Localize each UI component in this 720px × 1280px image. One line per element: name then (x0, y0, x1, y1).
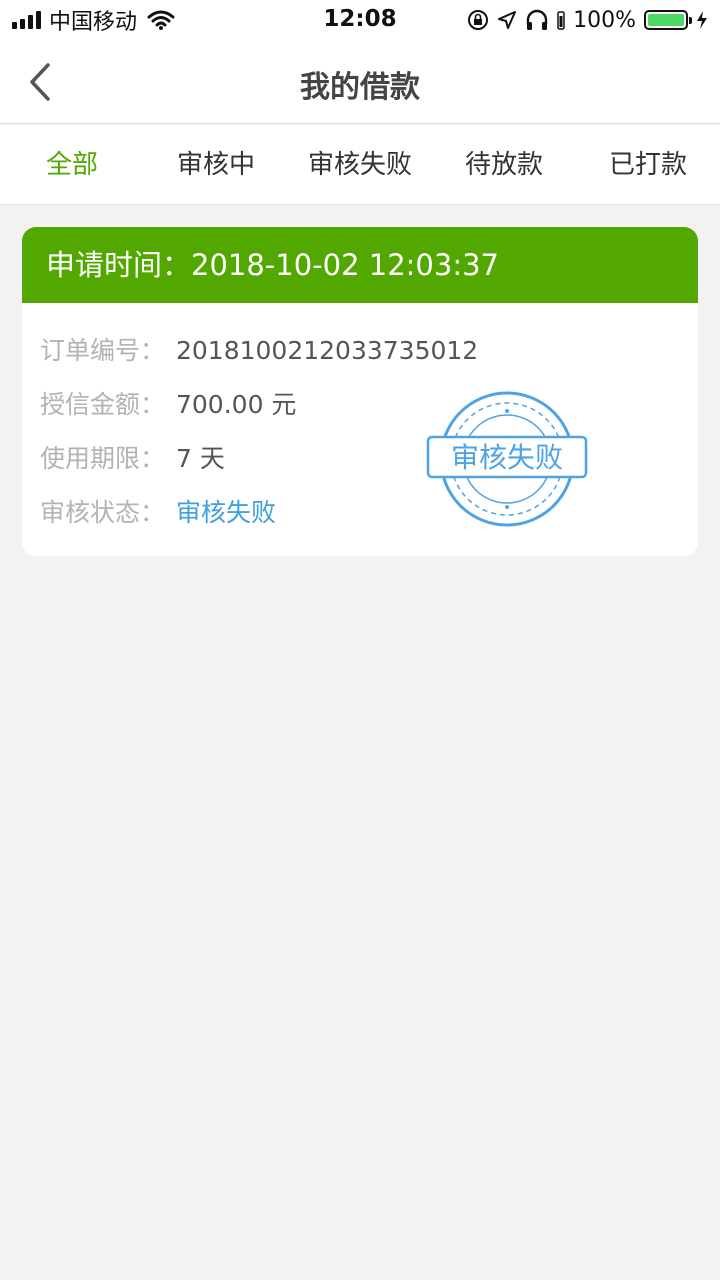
headphone-battery-icon (557, 11, 565, 30)
battery-fill (648, 14, 684, 26)
review-status-value: 审核失败 (176, 498, 277, 527)
credit-amount-row: 授信金额： 700.00 元 (40, 381, 698, 435)
battery-percent: 100% (573, 7, 636, 33)
orientation-lock-icon (468, 10, 489, 30)
order-number-value: 2018100212033735012 (176, 336, 479, 365)
headphones-icon (526, 9, 548, 30)
status-right: 100% (467, 6, 708, 34)
location-icon (498, 11, 517, 29)
tab-review-failed[interactable]: 审核失败 (288, 125, 432, 204)
term-value: 7 天 (176, 444, 225, 473)
loan-card[interactable]: 申请时间：2018-10-02 12:03:37 订单编号： 201810021… (22, 227, 698, 556)
term-row: 使用期限： 7 天 (40, 435, 698, 489)
nav-bar: 我的借款 (0, 40, 720, 124)
review-failed-stamp: 审核失败 (426, 391, 588, 527)
tab-paid[interactable]: 已打款 (576, 125, 720, 204)
card-body: 订单编号： 2018100212033735012 授信金额： 700.00 元… (22, 303, 698, 543)
tab-under-review[interactable]: 审核中 (144, 125, 288, 204)
review-status-row: 审核状态： 审核失败 (40, 489, 698, 543)
page-title: 我的借款 (300, 70, 420, 105)
stamp-text: 审核失败 (451, 441, 563, 474)
term-label: 使用期限： (40, 444, 166, 473)
battery-icon (644, 10, 692, 30)
order-number-label: 订单编号： (40, 336, 166, 365)
charging-icon (697, 11, 707, 29)
application-time: 申请时间：2018-10-02 12:03:37 (22, 227, 698, 303)
credit-amount-value: 700.00 元 (176, 390, 297, 419)
tab-all[interactable]: 全部 (0, 125, 144, 204)
filter-tabs: 全部 审核中 审核失败 待放款 已打款 (0, 125, 720, 205)
credit-amount-label: 授信金额： (40, 390, 166, 419)
tab-pending-disbursement[interactable]: 待放款 (432, 125, 576, 204)
order-number-row: 订单编号： 2018100212033735012 (40, 327, 698, 381)
review-status-label: 审核状态： (40, 498, 166, 527)
status-bar: 中国移动 12:08 100% (0, 0, 720, 40)
